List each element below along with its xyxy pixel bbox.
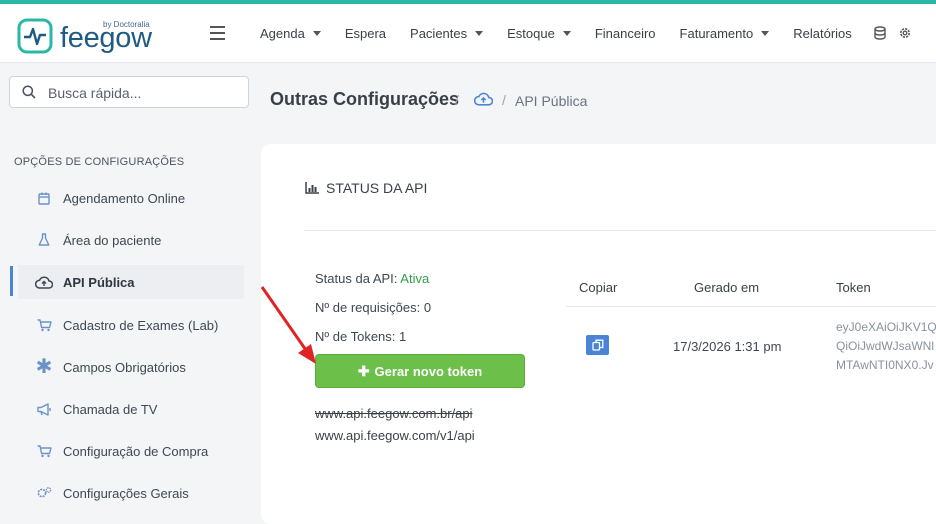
annotation-arrow-icon [260, 286, 316, 364]
copy-token-button[interactable] [586, 335, 609, 355]
column-header-token: Token [836, 280, 871, 295]
logo-mark-icon [17, 18, 53, 54]
database-icon[interactable] [874, 26, 886, 40]
cart-icon [34, 444, 54, 458]
sidebar-item-label: Área do paciente [63, 232, 162, 248]
status-label: Status da API: [315, 271, 398, 286]
nav-relatorios[interactable]: Relatórios [793, 26, 852, 41]
page-title: Outras Configurações [270, 89, 460, 109]
sidebar-heading: OPÇÕES DE CONFIGURAÇÕES [14, 156, 185, 168]
search-input[interactable] [46, 81, 240, 105]
gear-icon[interactable] [898, 26, 912, 40]
sidebar-item-configuracao-compra[interactable]: Configuração de Compra [18, 434, 244, 468]
bar-chart-icon [305, 182, 319, 194]
active-indicator [10, 266, 13, 296]
cart-icon [34, 318, 54, 332]
chevron-down-icon [761, 30, 770, 36]
sidebar-item-label: Configurações Gerais [63, 485, 189, 501]
sidebar-item-api-publica[interactable]: API Pública [18, 265, 244, 299]
sidebar-item-label: Cadastro de Exames (Lab) [63, 317, 219, 333]
megaphone-icon [34, 402, 54, 416]
requests-label: Nº de requisições: [315, 300, 421, 315]
table-header-divider [566, 306, 936, 307]
breadcrumb-current: API Pública [515, 93, 588, 109]
api-url-old: www.api.feegow.com.br/api [315, 406, 473, 421]
plus-icon: ✚ [357, 362, 370, 379]
top-header: feegow by Doctoralia Agenda Espera Pacie… [0, 4, 936, 63]
chevron-down-icon [312, 30, 321, 36]
nav-pacientes[interactable]: Pacientes [410, 26, 484, 41]
tokens-label: Nº de Tokens: [315, 329, 396, 344]
api-url-new: www.api.feegow.com/v1/api [315, 428, 475, 443]
token-generated-date: 17/3/2026 1:31 pm [673, 339, 782, 354]
token-value-line: eyJ0eXAiOiJKV1Q [836, 320, 936, 334]
asterisk-icon: ✱ [35, 356, 53, 378]
gears-icon [34, 486, 54, 500]
cloud-upload-icon [34, 276, 54, 289]
sidebar-item-label: Configuração de Compra [63, 443, 209, 459]
requests-value: 0 [423, 300, 432, 315]
sidebar-item-configuracoes-gerais[interactable]: Configurações Gerais [18, 476, 244, 510]
cloud-upload-icon[interactable] [473, 92, 494, 111]
calendar-icon [34, 192, 54, 205]
card-title: STATUS DA API [305, 180, 427, 196]
nav-estoque[interactable]: Estoque [507, 26, 571, 41]
sidebar-item-area-do-paciente[interactable]: Área do paciente [18, 223, 244, 257]
sidebar-item-agendamento-online[interactable]: Agendamento Online [18, 181, 244, 215]
token-value-line: MTAwNTI0NX0.Jv [836, 358, 934, 372]
nav-espera[interactable]: Espera [345, 26, 386, 41]
api-status-card: STATUS DA API Status da API: Ativa Nº de… [261, 144, 936, 524]
requests-line: Nº de requisições: 0 [315, 300, 431, 315]
sidebar-item-chamada-tv[interactable]: Chamada de TV [18, 392, 244, 426]
card-title-text: STATUS DA API [326, 180, 428, 196]
sidebar-item-cadastro-exames[interactable]: Cadastro de Exames (Lab) [18, 308, 244, 342]
nav-agenda[interactable]: Agenda [260, 26, 321, 41]
breadcrumb-separator: / [502, 92, 506, 108]
token-value-line: QiOiJwdWJsaWNl [836, 339, 934, 353]
main-nav: Agenda Espera Pacientes Estoque Financei… [248, 4, 924, 62]
api-status-line: Status da API: Ativa [315, 271, 429, 286]
sidebar-item-label: Chamada de TV [63, 401, 158, 417]
nav-financeiro[interactable]: Financeiro [595, 26, 656, 41]
nav-faturamento[interactable]: Faturamento [680, 26, 770, 41]
breadcrumb-separator: / [455, 92, 459, 108]
generate-token-label: Gerar novo token [374, 363, 483, 379]
column-header-gerado-em: Gerado em [694, 280, 760, 295]
quick-search [9, 76, 249, 108]
chevron-down-icon [562, 30, 571, 36]
flask-icon [34, 233, 54, 247]
tokens-line: Nº de Tokens: 1 [315, 329, 406, 344]
copy-icon [591, 339, 603, 351]
sidebar-item-campos-obrigatorios[interactable]: ✱ Campos Obrigatórios [18, 350, 244, 384]
generate-token-button[interactable]: ✚ Gerar novo token [315, 354, 525, 388]
column-header-copiar: Copiar [579, 280, 618, 295]
logo-subtext: by Doctoralia [103, 20, 150, 29]
search-icon [22, 85, 36, 99]
divider [305, 230, 936, 231]
tokens-value: 1 [399, 329, 407, 344]
hamburger-menu-icon[interactable] [210, 26, 225, 44]
sidebar-item-label: Agendamento Online [63, 190, 186, 206]
status-value: Ativa [400, 271, 430, 286]
chevron-down-icon [475, 30, 484, 36]
sidebar-item-label: Campos Obrigatórios [63, 359, 186, 375]
sidebar-item-label: API Pública [63, 274, 135, 290]
feegow-logo[interactable]: feegow by Doctoralia [17, 18, 157, 58]
